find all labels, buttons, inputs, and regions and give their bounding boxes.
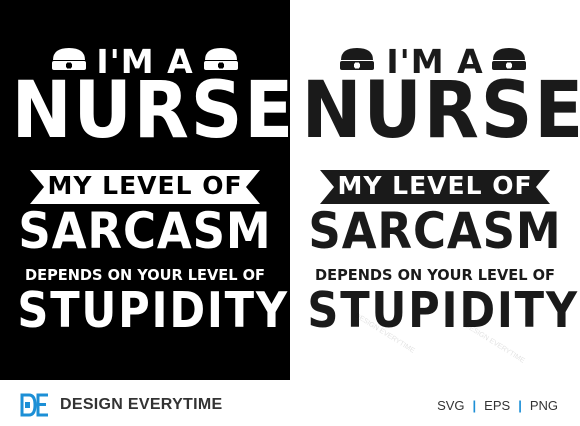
format-separator: | — [518, 398, 522, 413]
format-separator: | — [472, 398, 477, 413]
dark-variant-panel: I'M A NURSE MY LEVEL OF SARCASM DEPENDS … — [0, 0, 296, 380]
heading-stupidity: STUPIDITY — [307, 282, 579, 339]
file-formats: SVG | EPS | PNG — [437, 398, 558, 413]
heading-nurse: NURSE — [11, 66, 296, 156]
design-everytime-logo — [20, 393, 48, 417]
format-svg: SVG — [437, 398, 465, 413]
banner-text: MY LEVEL OF — [47, 171, 243, 200]
ribbon-banner: MY LEVEL OF — [320, 168, 550, 206]
banner-text: MY LEVEL OF — [337, 171, 533, 200]
light-variant-panel: I'M A NURSE MY LEVEL OF SARCASM DEPENDS … — [290, 0, 580, 380]
format-png: PNG — [529, 398, 558, 413]
heading-nurse: NURSE — [301, 66, 580, 156]
brand-name: DESIGN EVERYTIME — [60, 396, 223, 413]
heading-stupidity: STUPIDITY — [17, 282, 289, 339]
heading-sarcasm: SARCASM — [308, 202, 562, 260]
format-eps: EPS — [484, 398, 511, 413]
ribbon-banner: MY LEVEL OF — [30, 168, 260, 206]
heading-sarcasm: SARCASM — [18, 202, 272, 260]
